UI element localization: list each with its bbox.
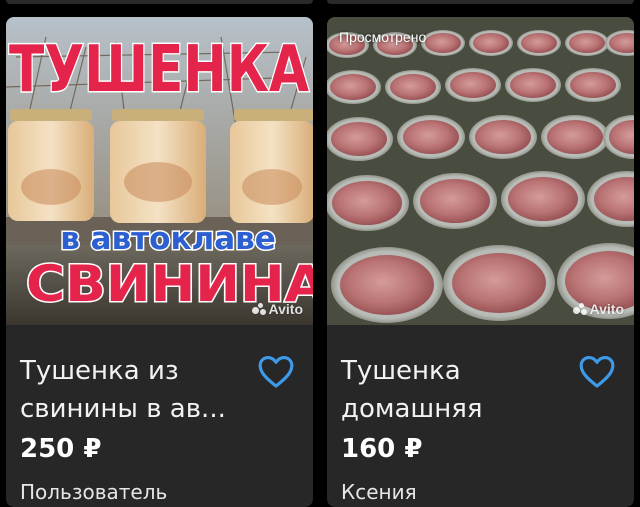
avito-watermark: Avito	[572, 301, 624, 317]
image-title-text: ТУШЕНКА	[9, 33, 309, 107]
listing-title[interactable]: Тушенка из свинины в ав...	[20, 352, 250, 428]
avito-logo-icon	[572, 303, 587, 315]
favorite-heart-icon[interactable]	[257, 353, 295, 389]
listing-price: 160 ₽	[341, 434, 423, 464]
image-subtitle-text: в автоклаве	[60, 221, 276, 257]
viewed-badge: Просмотрено	[339, 29, 427, 45]
previous-card-edge-left	[6, 0, 313, 4]
listing-card[interactable]: ТУШЕНКА в автоклаве СВИНИНА Avito Тушенк…	[6, 17, 313, 507]
listing-photo[interactable]: ТУШЕНКА в автоклаве СВИНИНА Avito	[6, 17, 313, 325]
listing-seller: Ксения	[341, 480, 417, 504]
favorite-heart-icon[interactable]	[578, 353, 616, 389]
listing-seller: Пользователь	[20, 480, 168, 504]
listing-title[interactable]: Тушенка домашняя	[341, 352, 571, 428]
avito-logo-icon	[251, 303, 266, 315]
previous-card-edge-right	[327, 0, 634, 4]
avito-watermark: Avito	[251, 301, 303, 317]
listing-price: 250 ₽	[20, 434, 102, 464]
jar-shapes	[8, 109, 313, 223]
listing-photo[interactable]: Просмотрено Avito	[327, 17, 634, 325]
listing-card[interactable]: Просмотрено Avito Тушенка домашняя 160 ₽…	[327, 17, 634, 507]
